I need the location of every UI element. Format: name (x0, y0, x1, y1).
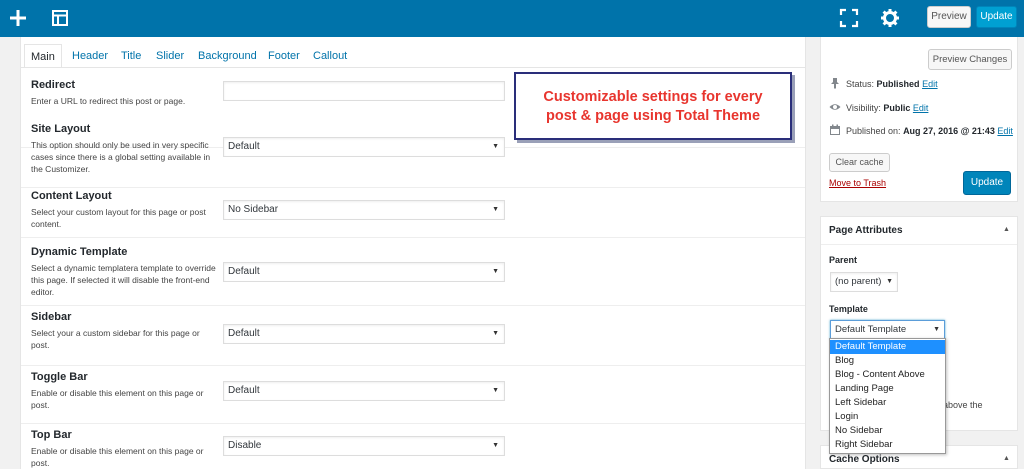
divider (821, 244, 1017, 245)
tab-footer[interactable]: Footer (262, 44, 306, 68)
dropdown-arrow-icon: ▼ (492, 206, 499, 213)
row-description: Enable or disable this element on this p… (31, 446, 204, 468)
select-value: Disable (228, 440, 262, 451)
row-description: Select your a custom sidebar for this pa… (31, 328, 200, 350)
attributes-help-text: above the (943, 400, 983, 410)
tab-slider[interactable]: Slider (150, 44, 190, 68)
layout-icon[interactable] (49, 7, 71, 29)
select-value: Default (228, 328, 260, 339)
eye-icon (829, 104, 841, 110)
setting-row-top-bar: Top Bar Enable or disable this element o… (21, 424, 805, 469)
template-option[interactable]: Blog - Content Above (830, 368, 945, 382)
select-value: No Sidebar (228, 204, 279, 215)
update-button-top[interactable]: Update (976, 6, 1017, 28)
row-description: This option should only be used in very … (31, 140, 211, 174)
published-label: Published on: (846, 126, 901, 136)
status-line: Status: Published Edit (846, 79, 938, 89)
row-label: Site Layout (31, 123, 91, 135)
row-label: Toggle Bar (31, 371, 88, 383)
dropdown-arrow-icon: ▼ (492, 442, 499, 449)
site-layout-select[interactable]: Default ▼ (223, 137, 505, 157)
status-label: Status: (846, 79, 875, 89)
template-option[interactable]: Right Sidebar (830, 438, 945, 452)
collapse-arrow-icon[interactable]: ▲ (1003, 455, 1010, 462)
row-label: Sidebar (31, 311, 72, 323)
template-option[interactable]: Login (830, 410, 945, 424)
edit-date-link[interactable]: Edit (997, 126, 1013, 136)
fullscreen-icon[interactable] (838, 7, 860, 29)
top-toolbar: Preview Update (0, 0, 1024, 37)
feature-callout: Customizable settings for every post & p… (514, 72, 792, 140)
publish-metabox: Preview Changes Status: Published Edit V… (820, 37, 1018, 202)
template-label: Template (829, 304, 868, 314)
parent-label: Parent (829, 255, 858, 265)
setting-row-sidebar: Sidebar Select your a custom sidebar for… (21, 306, 805, 366)
row-label: Dynamic Template (31, 246, 128, 258)
collapse-arrow-icon[interactable]: ▲ (1003, 226, 1010, 233)
tab-header[interactable]: Header (66, 44, 114, 68)
template-dropdown-list: Default Template Blog Blog - Content Abo… (829, 338, 946, 454)
dropdown-arrow-icon: ▼ (492, 387, 499, 394)
visibility-value: Public (883, 103, 911, 113)
row-description: Enter a URL to redirect this post or pag… (31, 96, 186, 106)
row-label: Redirect (31, 79, 76, 91)
status-value: Published (876, 79, 920, 89)
visibility-label: Visibility: (846, 103, 881, 113)
sidebar-select[interactable]: Default ▼ (223, 324, 505, 344)
edit-visibility-link[interactable]: Edit (913, 103, 929, 113)
tab-background[interactable]: Background (192, 44, 263, 68)
clear-cache-button[interactable]: Clear cache (829, 153, 890, 172)
published-value: Aug 27, 2016 @ 21:43 (903, 126, 995, 136)
callout-line-1: Customizable settings for every (543, 89, 763, 105)
select-value: Default Template (835, 324, 907, 335)
tab-main[interactable]: Main (24, 44, 62, 68)
tab-title[interactable]: Title (115, 44, 147, 68)
row-label: Top Bar (31, 429, 72, 441)
content-layout-select[interactable]: No Sidebar ▼ (223, 200, 505, 220)
row-description: Select a dynamic templatera template to … (31, 263, 216, 297)
row-description: Select your custom layout for this page … (31, 207, 206, 229)
row-description: Enable or disable this element on this p… (31, 388, 204, 410)
move-to-trash-link[interactable]: Move to Trash (829, 178, 886, 188)
setting-row-dynamic-template: Dynamic Template Select a dynamic templa… (21, 238, 805, 306)
template-option[interactable]: Left Sidebar (830, 396, 945, 410)
page-attributes-title: Page Attributes (829, 225, 903, 236)
published-on-line: Published on: Aug 27, 2016 @ 21:43 Edit (846, 126, 1013, 136)
select-value: Default (228, 266, 260, 277)
gear-icon[interactable] (879, 7, 901, 29)
row-label: Content Layout (31, 190, 112, 202)
callout-line-2: post & page using Total Theme (545, 108, 761, 124)
callout-text: Customizable settings for every post & p… (516, 88, 790, 126)
select-value: Default (228, 385, 260, 396)
calendar-icon (830, 124, 840, 135)
select-value: (no parent) (835, 276, 882, 287)
top-bar-select[interactable]: Disable ▼ (223, 436, 505, 456)
dropdown-arrow-icon: ▼ (886, 278, 893, 285)
template-option[interactable]: Blog (830, 354, 945, 368)
dropdown-arrow-icon: ▼ (492, 330, 499, 337)
visibility-line: Visibility: Public Edit (846, 103, 928, 113)
template-option[interactable]: Landing Page (830, 382, 945, 396)
select-value: Default (228, 141, 260, 152)
tab-callout[interactable]: Callout (307, 44, 353, 68)
template-select[interactable]: Default Template ▼ (830, 320, 945, 340)
redirect-url-input[interactable] (223, 81, 505, 101)
update-button[interactable]: Update (963, 171, 1011, 195)
edit-status-link[interactable]: Edit (922, 79, 938, 89)
preview-button[interactable]: Preview (927, 6, 971, 28)
template-option[interactable]: Default Template (830, 340, 945, 354)
setting-row-toggle-bar: Toggle Bar Enable or disable this elemen… (21, 366, 805, 424)
dropdown-arrow-icon: ▼ (492, 143, 499, 150)
dropdown-arrow-icon: ▼ (933, 326, 940, 333)
parent-select[interactable]: (no parent) ▼ (830, 272, 898, 292)
pin-icon (831, 78, 839, 89)
toggle-bar-select[interactable]: Default ▼ (223, 381, 505, 401)
plus-icon[interactable] (7, 7, 29, 29)
preview-changes-button[interactable]: Preview Changes (928, 49, 1012, 70)
dynamic-template-select[interactable]: Default ▼ (223, 262, 505, 282)
cache-options-title: Cache Options (829, 454, 900, 465)
dropdown-arrow-icon: ▼ (492, 268, 499, 275)
setting-row-content-layout: Content Layout Select your custom layout… (21, 188, 805, 238)
template-option[interactable]: No Sidebar (830, 424, 945, 438)
